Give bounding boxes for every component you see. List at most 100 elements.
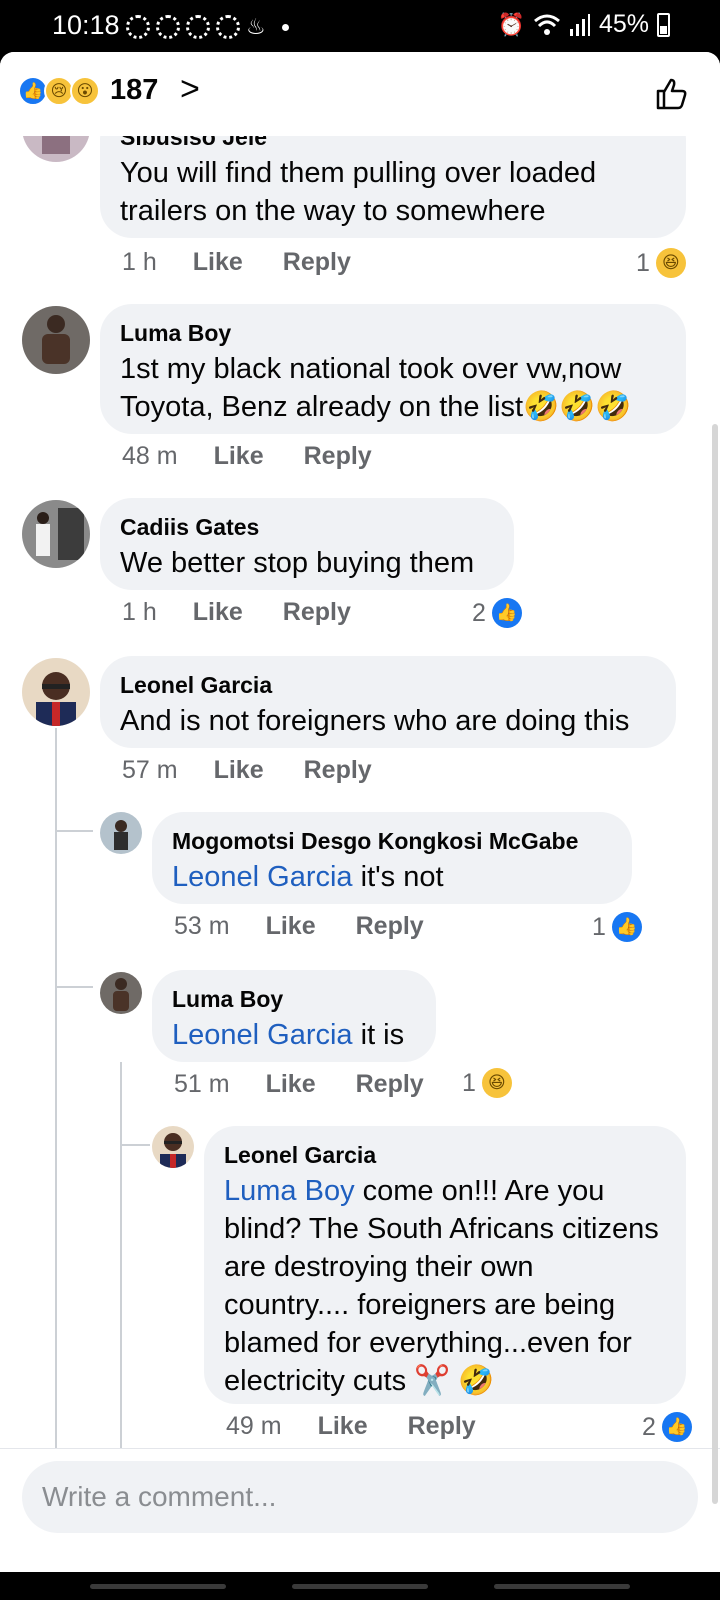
system-nav-bar — [0, 1572, 720, 1600]
comment-time: 49 m — [226, 1412, 282, 1440]
comment-time: 53 m — [174, 912, 230, 940]
comment-time: 57 m — [122, 756, 178, 784]
reply-button[interactable]: Reply — [304, 442, 372, 471]
like-button[interactable]: Like — [214, 442, 264, 471]
comment-reactions[interactable]: 1 😆 — [636, 248, 686, 278]
comment-author[interactable]: Leonel Garcia — [120, 668, 656, 702]
comment-bubble[interactable]: Luma Boy 1st my black national took over… — [100, 304, 686, 434]
like-icon: 👍 — [611, 912, 642, 942]
status-system-icons: ⏰ 45% — [498, 10, 670, 39]
mention-link[interactable]: Leonel Garcia — [172, 1019, 353, 1051]
reply-button[interactable]: Reply — [408, 1412, 476, 1441]
avatar[interactable] — [22, 658, 90, 726]
comment-reactions[interactable]: 2 👍 — [472, 598, 522, 628]
signal-icon — [569, 13, 590, 36]
comment-author[interactable]: Leonel Garcia — [224, 1138, 666, 1172]
comment-text: You will find them pulling over loaded t… — [120, 157, 597, 227]
comment-reactions[interactable]: 1 👍 — [592, 912, 642, 942]
reaction-count[interactable]: 187 — [110, 74, 158, 107]
avatar[interactable] — [22, 500, 90, 568]
wow-icon: 😮 — [70, 76, 100, 106]
comment-text: 1st my black national took over vw,now T… — [120, 353, 632, 423]
comment-actions: 53 m Like Reply — [174, 912, 424, 941]
like-button[interactable]: Like — [266, 912, 316, 941]
reply-button[interactable]: Reply — [356, 1070, 424, 1099]
nav-recents-handle[interactable] — [494, 1584, 630, 1589]
sync-icon — [216, 15, 240, 39]
chevron-right-icon[interactable]: > — [180, 70, 200, 109]
thread-connector — [55, 830, 93, 832]
comment-author[interactable]: Sibusiso Jele — [120, 136, 666, 154]
reaction-count: 1 — [636, 248, 650, 277]
nav-back-handle[interactable] — [90, 1584, 226, 1589]
comment-text: We better stop buying them — [120, 547, 475, 579]
reaction-count: 1 — [462, 1068, 476, 1097]
comment-composer — [0, 1448, 720, 1558]
like-button-icon[interactable] — [654, 76, 690, 112]
comment-bubble[interactable]: Cadiis Gates We better stop buying them — [100, 498, 514, 590]
haha-icon: 😆 — [481, 1068, 512, 1098]
sync-icon — [156, 15, 180, 39]
reaction-count: 1 — [592, 912, 606, 941]
comments-sheet: 👍 😢 😮 187 > Sibusiso Jele You will find … — [0, 52, 720, 1572]
reply-bubble[interactable]: Leonel Garcia Luma Boy come on!!! Are yo… — [204, 1126, 686, 1404]
avatar[interactable] — [152, 1126, 194, 1168]
comment-time: 1 h — [122, 248, 157, 276]
avatar[interactable] — [22, 306, 90, 374]
comment-actions: 48 m Like Reply — [122, 442, 372, 471]
comment-time: 1 h — [122, 598, 157, 626]
comment-author[interactable]: Luma Boy — [172, 982, 416, 1016]
avatar[interactable] — [22, 136, 90, 162]
battery-icon — [657, 12, 670, 37]
notification-icon: ♨ — [246, 14, 266, 39]
comment-actions: 49 m Like Reply — [226, 1412, 476, 1441]
sync-icon — [126, 15, 150, 39]
like-icon: 👍 — [661, 1412, 692, 1442]
sync-icon — [186, 15, 210, 39]
like-button[interactable]: Like — [318, 1412, 368, 1441]
reply-button[interactable]: Reply — [283, 598, 351, 627]
thread-connector — [55, 986, 93, 988]
reactions-header[interactable]: 👍 😢 😮 187 > — [0, 52, 720, 136]
comment-actions: 1 h Like Reply — [122, 598, 351, 627]
thread-connector — [120, 1144, 150, 1146]
comment-actions: 51 m Like Reply — [174, 1070, 424, 1099]
avatar[interactable] — [100, 972, 142, 1014]
reply-bubble[interactable]: Mogomotsi Desgo Kongkosi McGabe Leonel G… — [152, 812, 632, 904]
wifi-icon — [533, 14, 560, 35]
comment-author[interactable]: Cadiis Gates — [120, 510, 494, 544]
like-button[interactable]: Like — [214, 756, 264, 785]
mention-link[interactable]: Leonel Garcia — [172, 861, 353, 893]
like-icon: 👍 — [491, 598, 522, 628]
comment-reactions[interactable]: 1 😆 — [462, 1068, 512, 1098]
comment-actions: 57 m Like Reply — [122, 756, 372, 785]
comment-text: Leonel Garcia it is — [172, 1019, 405, 1051]
comment-bubble[interactable]: Leonel Garcia And is not foreigners who … — [100, 656, 676, 748]
reply-button[interactable]: Reply — [283, 248, 351, 277]
comment-author[interactable]: Mogomotsi Desgo Kongkosi McGabe — [172, 824, 612, 858]
thread-line — [120, 1062, 122, 1500]
comment-time: 48 m — [122, 442, 178, 470]
mention-link[interactable]: Luma Boy — [224, 1175, 355, 1207]
like-button[interactable]: Like — [193, 598, 243, 627]
comment-text: And is not foreigners who are doing this — [120, 705, 630, 737]
reply-button[interactable]: Reply — [304, 756, 372, 785]
reaction-count: 2 — [472, 598, 486, 627]
reaction-summary-icons[interactable]: 👍 😢 😮 — [18, 76, 100, 106]
reply-bubble[interactable]: Luma Boy Leonel Garcia it is — [152, 970, 436, 1062]
comment-reactions[interactable]: 2 👍 — [642, 1412, 692, 1442]
comment-actions: 1 h Like Reply — [122, 248, 351, 277]
nav-home-handle[interactable] — [292, 1584, 428, 1589]
alarm-icon: ⏰ — [497, 11, 525, 37]
like-button[interactable]: Like — [193, 248, 243, 277]
avatar[interactable] — [100, 812, 142, 854]
comment-bubble[interactable]: Sibusiso Jele You will find them pulling… — [100, 136, 686, 238]
reply-button[interactable]: Reply — [356, 912, 424, 941]
comment-thread: Sibusiso Jele You will find them pulling… — [0, 136, 720, 1500]
like-button[interactable]: Like — [266, 1070, 316, 1099]
haha-icon: 😆 — [655, 248, 686, 278]
comment-author[interactable]: Luma Boy — [120, 316, 666, 350]
battery-percent: 45% — [598, 10, 649, 38]
scrollbar[interactable] — [712, 424, 718, 1504]
comment-input[interactable] — [22, 1461, 698, 1533]
